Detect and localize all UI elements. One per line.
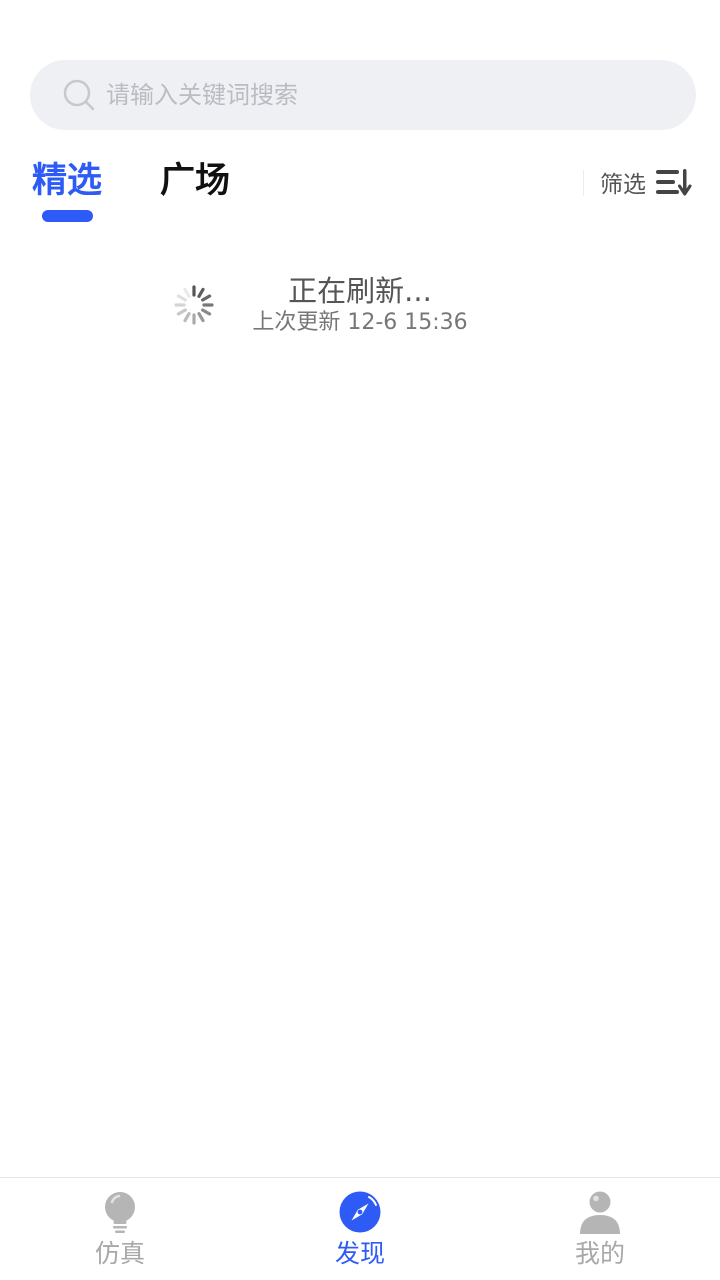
lightbulb-icon: [105, 1192, 135, 1233]
tab-square[interactable]: 广场: [160, 158, 230, 204]
compass-icon: [339, 1191, 381, 1233]
discover-screen: 精选 广场 筛选 正在刷新... 上次更新 12-6 1: [0, 0, 720, 1280]
filter-label: 筛选: [600, 172, 646, 198]
bottom-navigation: 仿真 发现 我的: [0, 1177, 720, 1280]
filter-button[interactable]: 筛选: [600, 164, 692, 200]
refresh-status-text: 正在刷新...: [288, 274, 432, 308]
search-input[interactable]: [106, 81, 646, 109]
nav-item-simulation[interactable]: 仿真: [0, 1178, 240, 1280]
tab-featured[interactable]: 精选: [32, 158, 102, 204]
nav-label-mine: 我的: [574, 1239, 625, 1268]
search-bar[interactable]: [30, 60, 696, 130]
last-updated-text: 上次更新 12-6 15:36: [252, 310, 468, 335]
nav-label-discover: 发现: [334, 1239, 385, 1268]
active-tab-indicator: [42, 210, 93, 222]
nav-item-discover[interactable]: 发现: [240, 1178, 480, 1280]
person-icon: [580, 1191, 620, 1234]
filter-divider: [583, 170, 584, 196]
search-icon: [63, 79, 95, 111]
nav-label-simulation: 仿真: [94, 1239, 145, 1268]
nav-item-mine[interactable]: 我的: [480, 1178, 720, 1280]
sort-list-icon: [656, 169, 692, 196]
